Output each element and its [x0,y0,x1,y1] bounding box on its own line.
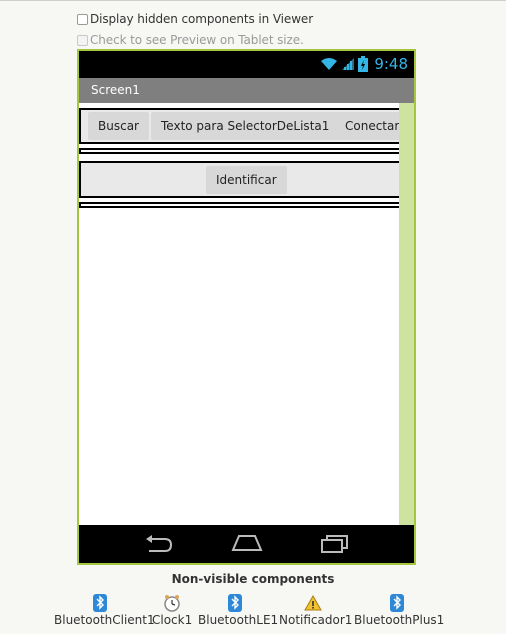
non-visible-label: Notificador1 [279,613,353,627]
tablet-preview-checkbox[interactable] [77,34,88,46]
non-visible-item[interactable]: BluetoothLE1 [198,594,279,627]
conectar-button[interactable]: Conectar [335,112,399,140]
non-visible-label: BluetoothClient1 [54,613,155,627]
display-hidden-option[interactable]: Display hidden components in Viewer [77,12,313,26]
identificar-button[interactable]: Identificar [206,166,287,194]
horizontal-arrangement-1[interactable]: Buscar Texto para SelectorDeLista1 Conec… [79,108,399,144]
scrollbar[interactable] [399,103,414,525]
nav-bar [79,525,414,563]
non-visible-item[interactable]: Clock1 [152,594,192,627]
tablet-preview-label: Check to see Preview on Tablet size. [90,33,304,47]
back-icon[interactable] [145,535,173,553]
status-bar: 9:48 [79,51,414,78]
horizontal-arrangement-empty-2[interactable] [79,202,399,208]
home-icon[interactable] [231,535,263,551]
horizontal-arrangement-empty-1[interactable] [79,148,399,154]
non-visible-label: BluetoothPlus1 [354,613,445,627]
wifi-icon [321,58,338,70]
clock-icon [164,595,180,612]
phone-preview: 9:48 Screen1 Buscar Texto para SelectorD… [77,49,416,565]
non-visible-item[interactable]: BluetoothPlus1 [354,594,445,627]
tablet-preview-option[interactable]: Check to see Preview on Tablet size. [77,33,304,47]
bluetooth-icon [228,594,242,612]
non-visible-item[interactable]: Notificador1 [279,594,353,627]
buscar-button[interactable]: Buscar [88,112,149,140]
top-divider [0,0,506,1]
recents-icon[interactable] [321,535,349,553]
non-visible-title: Non-visible components [171,572,335,586]
screen-title: Screen1 [79,78,414,103]
list-picker-button[interactable]: Texto para SelectorDeLista1 [151,112,340,140]
battery-icon [358,56,369,72]
non-visible-label: BluetoothLE1 [198,613,279,627]
screen-content: Buscar Texto para SelectorDeLista1 Conec… [79,103,399,525]
status-time: 9:48 [374,55,408,73]
display-hidden-checkbox[interactable] [77,13,88,25]
display-hidden-label: Display hidden components in Viewer [90,12,314,26]
horizontal-arrangement-2[interactable]: Identificar [79,161,399,198]
bluetooth-icon [390,594,404,612]
non-visible-label: Clock1 [152,613,193,627]
signal-icon [342,58,355,70]
non-visible-components: BluetoothClient1 Clock1 BluetoothLE1 Not… [0,594,506,630]
bluetooth-icon [93,594,107,612]
warning-icon [304,594,322,611]
non-visible-item[interactable]: BluetoothClient1 [54,594,155,627]
